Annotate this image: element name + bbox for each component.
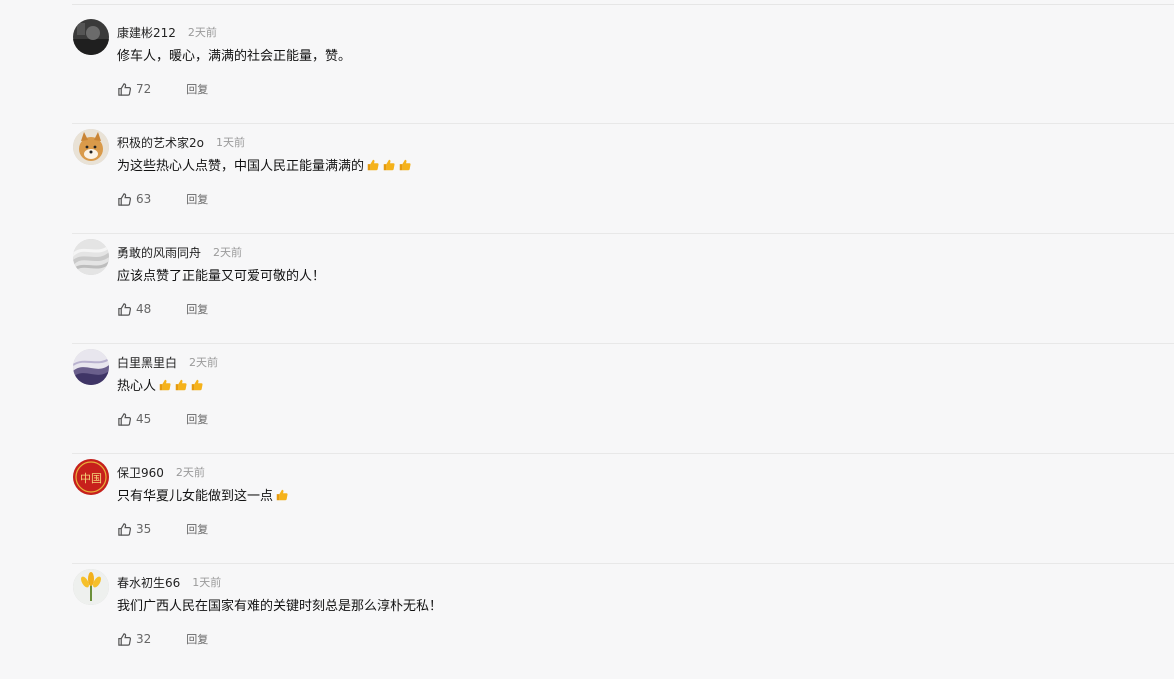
thumbs-up-emoji-icon — [190, 378, 204, 392]
thumbs-up-emoji-icon — [158, 378, 172, 392]
like-button[interactable]: 32 — [117, 632, 151, 647]
reply-button[interactable]: 回复 — [186, 411, 208, 427]
thumbs-up-icon — [118, 302, 132, 316]
comment-item: 中国 保卫960 2天前 只有华夏儿女能做到这一点 35 回复 — [0, 459, 1174, 569]
like-button[interactable]: 35 — [117, 522, 151, 537]
reply-button[interactable]: 回复 — [186, 81, 208, 97]
avatar-badge-text: 中国 — [80, 472, 102, 485]
avatar[interactable] — [73, 19, 109, 55]
comment-divider — [72, 343, 1174, 344]
username[interactable]: 白里黑里白 — [117, 354, 177, 371]
comment-item: 白里黑里白 2天前 热心人 45 回复 — [0, 349, 1174, 459]
comment-time: 1天前 — [215, 136, 245, 149]
thumbs-up-emoji-icon — [174, 378, 188, 392]
avatar[interactable] — [73, 349, 109, 385]
thumbs-up-emoji-icon — [398, 158, 412, 172]
thumbs-up-icon — [118, 192, 132, 206]
like-button[interactable]: 48 — [117, 302, 151, 317]
thumbs-up-emoji-icon — [382, 158, 396, 172]
comment-list: 康建彬212 2天前 修车人，暖心，满满的社会正能量，赞。 72 回复 积极的艺… — [0, 0, 1174, 656]
thumbs-up-emoji-group — [366, 158, 414, 172]
reply-button[interactable]: 回复 — [186, 301, 208, 317]
like-count: 35 — [136, 522, 152, 536]
comment-time: 2天前 — [175, 466, 205, 479]
reply-button[interactable]: 回复 — [186, 191, 208, 207]
thumbs-up-emoji-group — [158, 378, 206, 392]
like-button[interactable]: 45 — [117, 412, 151, 427]
like-count: 72 — [136, 82, 152, 96]
comment-divider — [72, 453, 1174, 454]
comment-time: 1天前 — [192, 576, 222, 589]
comment-time: 2天前 — [189, 356, 219, 369]
thumbs-up-icon — [118, 522, 132, 536]
thumbs-up-icon — [118, 412, 132, 426]
comment-text: 修车人，暖心，满满的社会正能量，赞。 — [117, 49, 352, 64]
comment-item: 康建彬212 2天前 修车人，暖心，满满的社会正能量，赞。 72 回复 — [0, 19, 1174, 129]
like-button[interactable]: 72 — [117, 82, 151, 97]
comment-text: 我们广西人民在国家有难的关键时刻总是那么淳朴无私！ — [117, 599, 443, 614]
reply-button[interactable]: 回复 — [186, 521, 208, 537]
like-button[interactable]: 63 — [117, 192, 151, 207]
avatar[interactable] — [73, 129, 109, 165]
like-count: 32 — [136, 632, 152, 646]
like-count: 63 — [136, 192, 152, 206]
username[interactable]: 勇敢的风雨同舟 — [117, 244, 201, 261]
thumbs-up-icon — [118, 632, 132, 646]
comment-text: 应该点赞了正能量又可爱可敬的人！ — [117, 269, 326, 284]
comment-text: 为这些热心人点赞，中国人民正能量满满的 — [117, 155, 414, 174]
thumbs-up-emoji-icon — [275, 488, 289, 502]
thumbs-up-icon — [118, 82, 132, 96]
comment-time: 2天前 — [187, 26, 217, 39]
comment-text: 只有华夏儿女能做到这一点 — [117, 485, 291, 504]
username[interactable]: 春水初生66 — [117, 574, 180, 591]
thumbs-up-emoji-icon — [366, 158, 380, 172]
username[interactable]: 康建彬212 — [117, 24, 176, 41]
comment-item: 春水初生66 1天前 我们广西人民在国家有难的关键时刻总是那么淳朴无私！ 32 … — [0, 569, 1174, 679]
comment-divider — [72, 563, 1174, 564]
comment-item: 积极的艺术家2o 1天前 为这些热心人点赞，中国人民正能量满满的 63 回复 — [0, 129, 1174, 239]
reply-button[interactable]: 回复 — [186, 631, 208, 647]
comment-divider — [72, 123, 1174, 124]
comment-item: 勇敢的风雨同舟 2天前 应该点赞了正能量又可爱可敬的人！ 48 回复 — [0, 239, 1174, 349]
like-count: 48 — [136, 302, 152, 316]
username[interactable]: 积极的艺术家2o — [117, 134, 204, 151]
comment-divider — [72, 233, 1174, 234]
avatar[interactable] — [73, 239, 109, 275]
username[interactable]: 保卫960 — [117, 464, 164, 481]
comment-text: 热心人 — [117, 375, 206, 394]
avatar[interactable]: 中国 — [73, 459, 109, 495]
like-count: 45 — [136, 412, 152, 426]
thumbs-up-emoji-group — [275, 488, 291, 502]
avatar[interactable] — [73, 569, 109, 605]
comment-time: 2天前 — [213, 246, 243, 259]
